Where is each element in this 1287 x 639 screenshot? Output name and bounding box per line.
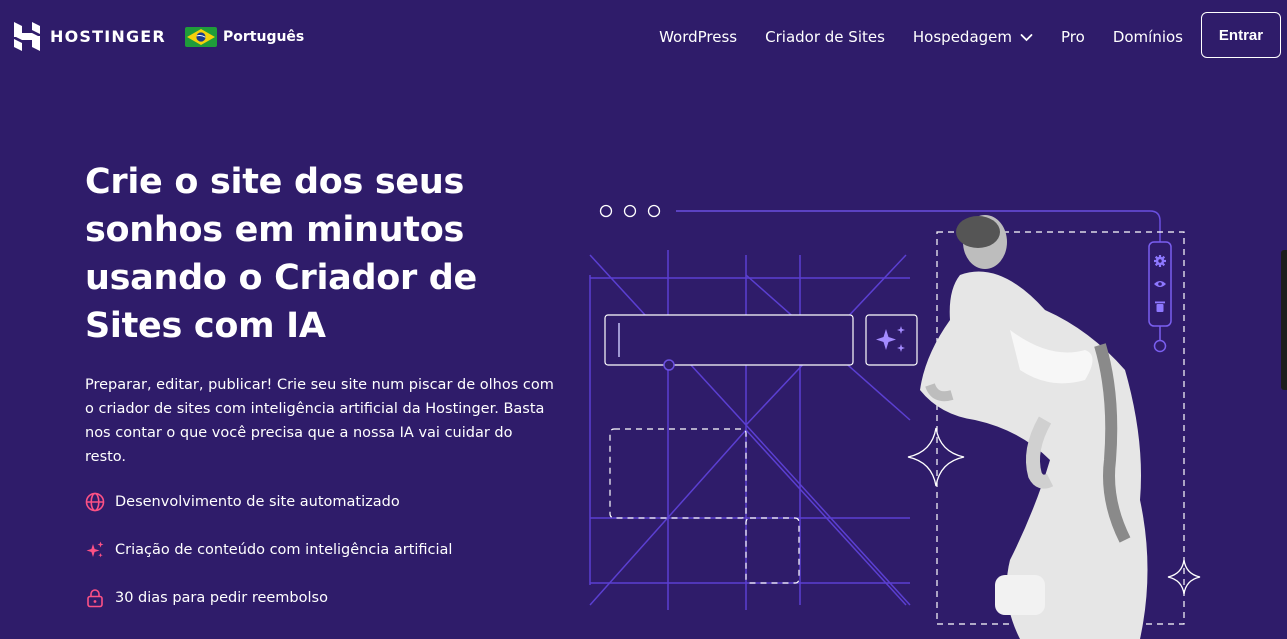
feature-item: Desenvolvimento de site automatizado: [85, 492, 400, 512]
feature-item: Criação de conteúdo com inteligência art…: [85, 540, 452, 560]
wireframe-grid: [589, 250, 911, 610]
main-nav: WordPress Criador de Sites Hospedagem Pr…: [659, 28, 1183, 46]
language-selector[interactable]: Português: [185, 27, 304, 47]
chevron-down-icon: [1020, 33, 1033, 41]
brazil-flag-icon: [185, 27, 217, 47]
layout-block: [609, 428, 747, 519]
element-toolbar: [1148, 241, 1172, 353]
feature-text: Criação de conteúdo com inteligência art…: [115, 542, 453, 558]
brand-name: HOSTINGER: [50, 27, 166, 46]
sparkle-decoration-icon: [907, 427, 965, 487]
hostinger-logo[interactable]: HOSTINGER: [14, 22, 166, 51]
nav-hosting-label: Hospedagem: [912, 28, 1013, 46]
hero-description: Preparar, editar, publicar! Crie seu sit…: [85, 377, 554, 465]
login-button[interactable]: Entrar: [1201, 12, 1281, 58]
ai-builder-illustration: [589, 204, 1201, 639]
layout-block: [745, 517, 800, 584]
generate-button[interactable]: [865, 314, 918, 366]
side-scroll-tab[interactable]: [1281, 250, 1287, 390]
model-photo: [920, 215, 1148, 639]
hero-title: Crie o site dos seus sonhos em minutos u…: [85, 162, 477, 346]
hostinger-logo-icon: [14, 22, 40, 51]
gear-icon[interactable]: [1154, 255, 1166, 267]
feature-text: 30 dias para pedir reembolso: [115, 590, 328, 606]
nav-domains[interactable]: Domínios: [1113, 28, 1183, 46]
nav-wordpress[interactable]: WordPress: [659, 28, 737, 46]
sparkles-icon: [86, 541, 104, 558]
nav-website-builder[interactable]: Criador de Sites: [765, 28, 885, 46]
sparkle-decoration-icon: [1167, 559, 1201, 595]
lock-icon: [87, 589, 103, 608]
nav-pro[interactable]: Pro: [1061, 28, 1085, 46]
feature-text: Desenvolvimento de site automatizado: [115, 494, 400, 510]
nav-hosting[interactable]: Hospedagem: [913, 28, 1033, 46]
globe-icon: [85, 492, 105, 512]
feature-item: 30 dias para pedir reembolso: [85, 588, 328, 608]
top-navigation: HOSTINGER Português WordPress Criador de…: [0, 0, 1287, 72]
trash-icon[interactable]: [1155, 301, 1165, 313]
ai-prompt-input[interactable]: [604, 314, 854, 371]
language-label: Português: [223, 29, 305, 45]
window-controls: [599, 204, 661, 218]
